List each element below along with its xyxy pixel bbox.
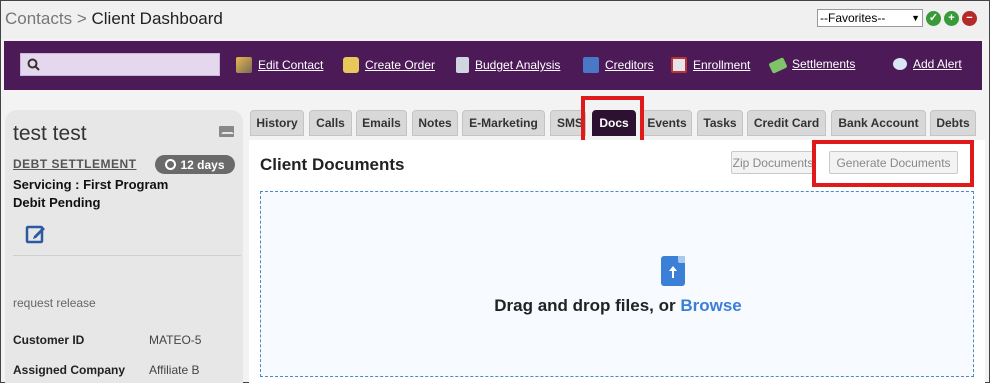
edit-contact-label: Edit Contact [258,58,324,72]
days-badge-label: 12 days [180,157,225,172]
client-name: test test [13,122,87,145]
edit-icon[interactable] [25,223,47,245]
settlements-link[interactable]: Settlements [768,57,856,74]
chat-alert-icon [893,58,907,70]
program-type-link[interactable]: DEBT SETTLEMENT [13,157,137,171]
edit-contact-icon [236,57,252,73]
enrollment-link[interactable]: Enrollment [671,57,750,73]
add-favorite-icon[interactable]: + [944,10,959,26]
creditors-link[interactable]: Creditors [583,57,654,73]
dropzone-instruction: Drag and drop files, or [494,296,676,315]
assigned-company-label: Assigned Company [13,363,126,377]
calculator-icon [456,57,469,73]
page-title: Client Dashboard [91,9,223,28]
tab-calls[interactable]: Calls [309,110,352,136]
days-badge: 12 days [155,155,235,174]
top-bar: Contacts > Client Dashboard --Favorites-… [1,1,989,39]
upload-arrow-icon [669,266,677,278]
favorites-select[interactable]: --Favorites-- ▼ [817,9,923,27]
create-order-label: Create Order [365,58,436,72]
client-documents-panel: Client Documents Zip Documents Generate … [249,140,985,383]
generate-documents-highlight-box [812,140,974,187]
edit-contact-link[interactable]: Edit Contact [236,57,323,73]
assigned-company-value: Affiliate B [149,363,200,377]
create-order-link[interactable]: Create Order [343,57,435,73]
tab-credit-card[interactable]: Credit Card [747,110,826,136]
chevron-down-icon: ▼ [911,13,920,23]
add-alert-link[interactable]: Add Alert [893,57,962,71]
breadcrumb: Contacts > Client Dashboard [5,9,223,29]
creditors-label: Creditors [605,58,654,72]
tab-e-marketing[interactable]: E-Marketing [462,110,545,136]
status-line-debit: Debit Pending [13,195,101,210]
tab-bank-account[interactable]: Bank Account [831,110,926,136]
customer-id-value: MATEO-5 [149,333,202,347]
search-icon [27,58,40,71]
breadcrumb-contacts-link[interactable]: Contacts [5,9,72,28]
clock-icon [165,159,177,170]
money-icon [768,57,788,74]
client-documents-title: Client Documents [260,155,405,174]
action-nav-bar: Edit Contact Create Order Budget Analysi… [4,41,982,90]
browse-link[interactable]: Browse [680,296,741,315]
create-order-icon [343,57,359,73]
remove-favorite-icon[interactable]: − [962,10,977,26]
client-summary-panel: test test DEBT SETTLEMENT 12 days Servic… [5,110,243,383]
tab-debts[interactable]: Debts [930,110,976,136]
panel-divider [13,255,241,256]
budget-analysis-link[interactable]: Budget Analysis [456,57,560,73]
favorites-selected-value: --Favorites-- [820,11,886,25]
customer-id-label: Customer ID [13,333,85,347]
check-icon[interactable]: ✓ [926,10,941,26]
file-dropzone[interactable]: Drag and drop files, or Browse [260,191,974,377]
tab-emails[interactable]: Emails [356,110,407,136]
file-upload-icon [661,256,685,286]
search-input[interactable] [20,53,220,76]
client-note: request release [13,296,96,310]
mail-icon[interactable] [219,126,234,137]
breadcrumb-separator: > [76,9,87,28]
tab-notes[interactable]: Notes [412,110,458,136]
zip-documents-button[interactable]: Zip Documents [731,151,815,174]
budget-analysis-label: Budget Analysis [475,58,561,72]
enrollment-icon [671,57,687,73]
favorites-controls: --Favorites-- ▼ ✓ + − [817,9,977,27]
dropzone-text: Drag and drop files, or Browse [261,296,975,316]
enrollment-label: Enrollment [693,58,751,72]
add-alert-label: Add Alert [913,57,962,71]
creditors-icon [583,57,599,73]
status-line-servicing: Servicing : First Program [13,177,169,192]
tab-tasks[interactable]: Tasks [697,110,743,136]
settlements-label: Settlements [792,57,856,71]
tab-history[interactable]: History [250,110,304,136]
tab-events[interactable]: Events [642,110,692,136]
